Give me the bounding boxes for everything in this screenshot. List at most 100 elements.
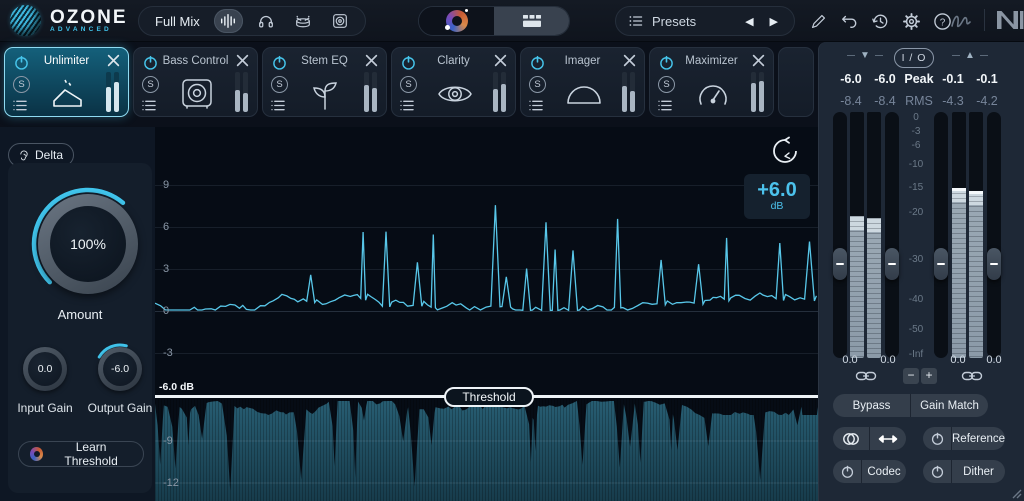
input-fader-right-handle[interactable] (885, 248, 899, 280)
clarity-icon (434, 74, 476, 114)
scale-label: -10 (898, 159, 934, 170)
gain-match-button[interactable]: Gain Match (910, 394, 988, 417)
ozone-sphere-icon (10, 5, 41, 36)
module-close-icon[interactable] (236, 54, 249, 67)
input-meter-right (867, 112, 881, 358)
reference-power-icon[interactable] (923, 427, 951, 450)
output-fader-left-track[interactable] (934, 112, 948, 358)
bypass-gainmatch-group: Bypass Gain Match (833, 394, 988, 417)
module-title: Unlimiter (29, 55, 104, 67)
collapse-output-button[interactable]: ▲ (952, 50, 988, 61)
input-fader-left-handle[interactable] (833, 248, 847, 280)
module-close-icon[interactable] (107, 54, 120, 67)
modules-grid-icon (521, 12, 543, 30)
meter-zoom-out-button[interactable]: − (903, 368, 919, 384)
module-power-icon[interactable] (13, 54, 30, 71)
codec-power-icon[interactable] (833, 460, 861, 483)
module-power-icon[interactable] (142, 54, 159, 71)
toolbar-icons: ? (808, 11, 952, 31)
module-menu-icon[interactable] (271, 99, 286, 112)
presets-dropdown[interactable]: Presets ◀ ▶ (615, 6, 795, 36)
module-card-clarity[interactable]: Clarity S (391, 47, 516, 117)
mix-mode-full-mix[interactable] (214, 9, 243, 33)
preset-previous-button[interactable]: ◀ (741, 15, 757, 28)
module-close-icon[interactable] (623, 54, 636, 67)
mix-mode-bass[interactable] (326, 9, 355, 33)
ozone-logo: OZONE ADVANCED (10, 5, 128, 36)
input-meter-left (850, 112, 864, 358)
history-button[interactable] (870, 11, 890, 31)
io-title[interactable]: I / O (894, 48, 934, 68)
output-gain-right-value[interactable]: 0.0 (977, 354, 1011, 366)
axis-label: 9 (163, 179, 193, 191)
module-card-maximizer[interactable]: Maximizer S (649, 47, 774, 117)
module-solo-button[interactable]: S (271, 76, 288, 93)
output-link-icon[interactable] (961, 370, 983, 382)
module-power-icon[interactable] (400, 54, 417, 71)
stem-eq-icon (305, 74, 347, 114)
input-gain-right-value[interactable]: 0.0 (871, 354, 905, 366)
module-solo-button[interactable]: S (13, 76, 30, 93)
module-close-icon[interactable] (365, 54, 378, 67)
output-fader-right-track[interactable] (987, 112, 1001, 358)
collapse-input-button[interactable]: ▼ (847, 50, 883, 61)
input-peak-left: -6.0 (834, 72, 868, 86)
input-link-icon[interactable] (855, 370, 877, 382)
input-gain-knob[interactable]: 0.0 (23, 347, 67, 391)
reference-button[interactable]: Reference (951, 427, 1005, 450)
module-close-icon[interactable] (752, 54, 765, 67)
assistant-view-button[interactable] (419, 7, 494, 35)
mix-mode-drums[interactable] (288, 9, 317, 33)
codec-button[interactable]: Codec (861, 460, 906, 483)
module-menu-icon[interactable] (142, 99, 157, 112)
scale-label: -6 (898, 140, 934, 151)
mix-mode-vocals[interactable] (251, 9, 280, 33)
output-gain-knob[interactable]: -6.0 (98, 347, 142, 391)
module-menu-icon[interactable] (658, 99, 673, 112)
bypass-button[interactable]: Bypass (833, 394, 910, 417)
module-card-imager[interactable]: Imager S (520, 47, 645, 117)
gain-badge-unit: dB (771, 201, 784, 212)
axis-label: -9 (163, 435, 193, 447)
module-card-bass-control[interactable]: Bass Control S (133, 47, 258, 117)
module-power-icon[interactable] (658, 54, 675, 71)
module-title: Imager (545, 55, 620, 67)
module-power-icon[interactable] (529, 54, 546, 71)
input-fader-left-track[interactable] (833, 112, 847, 358)
output-fader-left-handle[interactable] (934, 248, 948, 280)
module-card-stem-eq[interactable]: Stem EQ S (262, 47, 387, 117)
module-solo-button[interactable]: S (529, 76, 546, 93)
settings-gear-button[interactable] (901, 11, 921, 31)
module-solo-button[interactable]: S (400, 76, 417, 93)
meter-zoom-in-button[interactable]: + (921, 368, 937, 384)
module-menu-icon[interactable] (400, 99, 415, 112)
dither-button[interactable]: Dither (951, 460, 1005, 483)
module-menu-icon[interactable] (13, 99, 28, 112)
width-arrows-button[interactable] (869, 427, 906, 450)
edit-pencil-button[interactable] (808, 11, 828, 31)
resize-handle-icon[interactable] (1010, 487, 1022, 499)
module-solo-button[interactable]: S (142, 76, 159, 93)
detailed-view-button[interactable] (494, 7, 569, 35)
top-toolbar: OZONE ADVANCED Full Mix (0, 0, 1024, 42)
amount-knob[interactable]: 100% (38, 194, 138, 294)
output-gain-left-value[interactable]: 0.0 (941, 354, 975, 366)
io-panel: ▼ I / O ▲ -6.0 -6.0 Peak -0.1 -0.1 -8.4 … (818, 42, 1024, 501)
module-power-icon[interactable] (271, 54, 288, 71)
input-fader-right-track[interactable] (885, 112, 899, 358)
output-fader-right-handle[interactable] (987, 248, 1001, 280)
undo-button[interactable] (839, 11, 859, 31)
dither-power-icon[interactable] (923, 460, 951, 483)
module-menu-icon[interactable] (529, 99, 544, 112)
learn-threshold-button[interactable]: Learn Threshold (18, 441, 144, 467)
gain-trace-display[interactable]: 9 6 3 0 -3 +6.0 dB -6.0 dB -9 -12 Thresh… (155, 127, 818, 501)
module-solo-button[interactable]: S (658, 76, 675, 93)
module-close-icon[interactable] (494, 54, 507, 67)
midside-button[interactable] (833, 427, 869, 450)
preset-next-button[interactable]: ▶ (766, 15, 782, 28)
threshold-handle[interactable]: Threshold (444, 387, 534, 407)
module-card-partial (778, 47, 814, 117)
reset-history-button[interactable] (770, 136, 800, 166)
input-gain-left-value[interactable]: 0.0 (833, 354, 867, 366)
module-card-unlimiter[interactable]: Unlimiter S (4, 47, 129, 117)
